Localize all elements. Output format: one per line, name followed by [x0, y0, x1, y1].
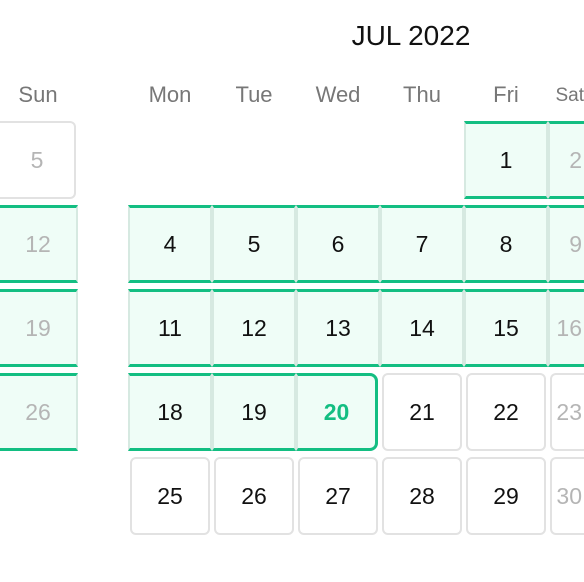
day-cell[interactable]: 11	[128, 289, 212, 367]
day-cell[interactable]: 9	[548, 205, 584, 283]
day-cell[interactable]: 22	[466, 373, 546, 451]
month-title: JUL 2022	[351, 20, 471, 51]
weekday-header-tue: Tue	[235, 82, 273, 107]
day-cell[interactable]: 13	[296, 289, 380, 367]
day-cell[interactable]: 23	[550, 373, 584, 451]
day-cell[interactable]: 14	[380, 289, 464, 367]
day-cell[interactable]: 26	[0, 373, 78, 451]
weekday-header-fri: Fri	[493, 82, 519, 107]
day-cell[interactable]: 18	[128, 373, 212, 451]
day-cell[interactable]: 25	[130, 457, 210, 535]
weekday-header-wed: Wed	[315, 82, 361, 107]
day-cell[interactable]: 16	[548, 289, 584, 367]
day-cell[interactable]: 7	[380, 205, 464, 283]
day-cell[interactable]: 8	[464, 205, 548, 283]
day-cell[interactable]: 30	[550, 457, 584, 535]
day-cell[interactable]: 2	[548, 121, 584, 199]
day-cell[interactable]: 26	[214, 457, 294, 535]
day-cell[interactable]: 1	[464, 121, 548, 199]
day-cell[interactable]: 19	[212, 373, 296, 451]
day-cell[interactable]: 12	[0, 205, 78, 283]
weekday-header-mon: Mon	[148, 82, 192, 107]
weekday-header-sat: Sat	[555, 85, 584, 106]
weekday-header-sun: Sun	[18, 82, 58, 107]
day-cell[interactable]: 12	[212, 289, 296, 367]
day-cell[interactable]: 29	[466, 457, 546, 535]
day-cell[interactable]: 15	[464, 289, 548, 367]
day-cell[interactable]: 28	[382, 457, 462, 535]
day-cell[interactable]: 27	[298, 457, 378, 535]
day-cell[interactable]: 21	[382, 373, 462, 451]
day-cell[interactable]: 19	[0, 289, 78, 367]
day-cell[interactable]: 4	[128, 205, 212, 283]
day-cell-selected[interactable]: 20	[296, 373, 378, 451]
day-cell[interactable]: 6	[296, 205, 380, 283]
day-cell[interactable]: 5	[0, 121, 76, 199]
day-cell[interactable]: 5	[212, 205, 296, 283]
weekday-header-thu: Thu	[403, 82, 441, 107]
